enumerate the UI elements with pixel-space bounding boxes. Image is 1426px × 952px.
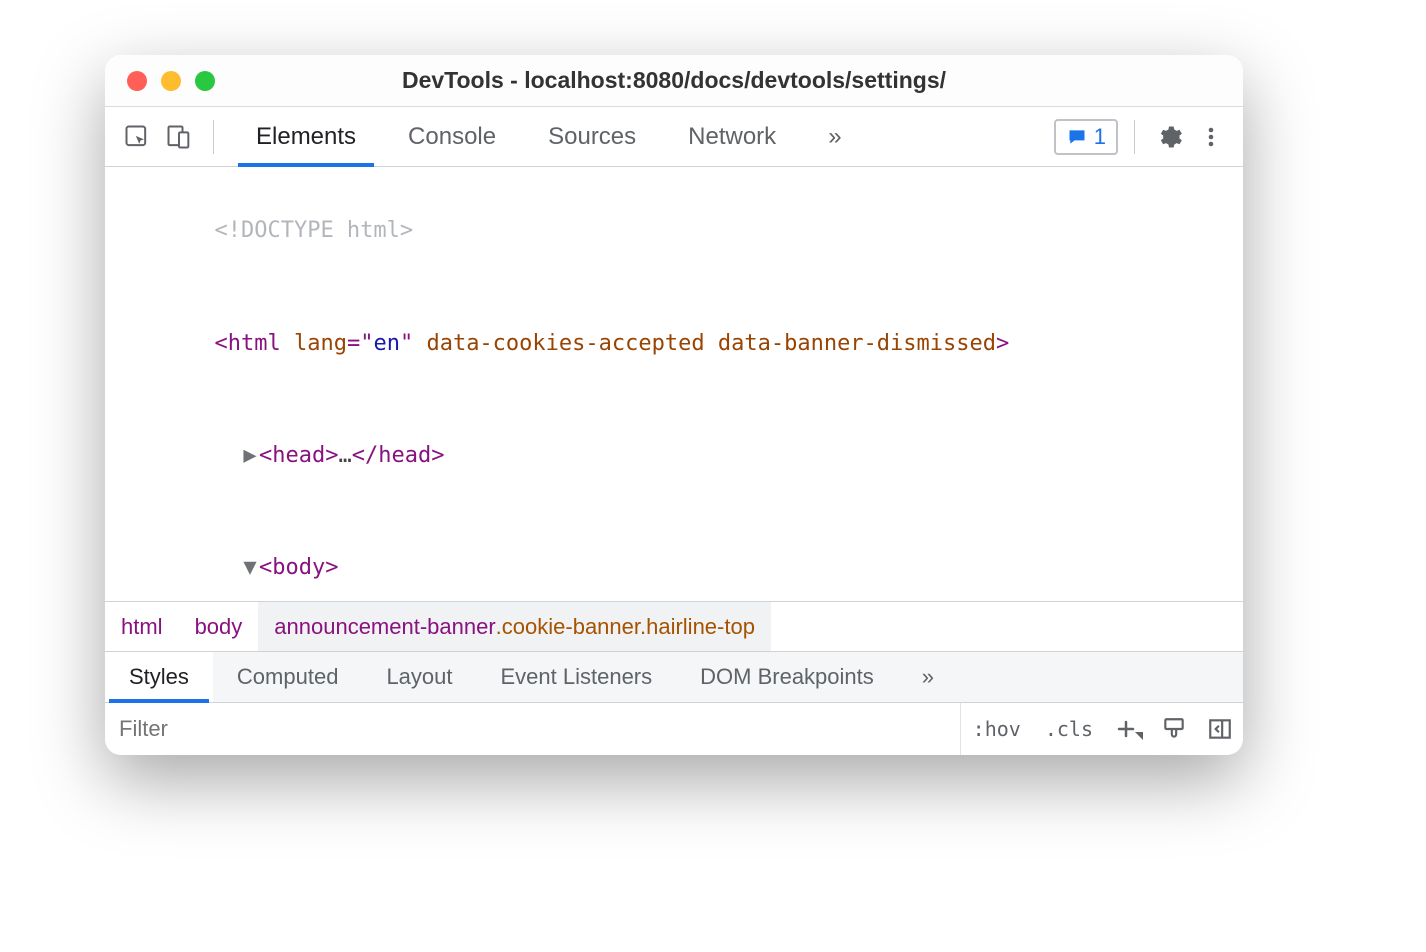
stab-event-listeners[interactable]: Event Listeners	[477, 652, 677, 702]
tab-console[interactable]: Console	[382, 107, 522, 166]
stab-styles[interactable]: Styles	[105, 652, 213, 702]
styles-filter-input[interactable]	[105, 703, 961, 755]
collapse-triangle-icon[interactable]: ▼	[241, 549, 259, 586]
stab-layout[interactable]: Layout	[362, 652, 476, 702]
inspect-element-icon[interactable]	[119, 119, 155, 155]
cls-toggle[interactable]: .cls	[1033, 703, 1105, 755]
elements-dom-tree[interactable]: <!DOCTYPE html> <html lang="en" data-coo…	[105, 167, 1243, 601]
toolbar-separator	[213, 120, 214, 154]
breadcrumb: html body announcement-banner.cookie-ban…	[105, 601, 1243, 651]
kebab-menu-icon[interactable]	[1193, 119, 1229, 155]
settings-icon[interactable]	[1151, 119, 1187, 155]
devtools-window: DevTools - localhost:8080/docs/devtools/…	[105, 55, 1243, 755]
paint-brush-icon[interactable]	[1151, 703, 1197, 755]
crumb-body[interactable]: body	[179, 602, 259, 651]
tab-sources[interactable]: Sources	[522, 107, 662, 166]
styles-filter-row: :hov .cls	[105, 703, 1243, 755]
maximize-window-button[interactable]	[195, 71, 215, 91]
stabs-overflow-icon[interactable]: »	[898, 652, 958, 702]
hov-toggle[interactable]: :hov	[961, 703, 1033, 755]
tab-network[interactable]: Network	[662, 107, 802, 166]
tabs-overflow-icon[interactable]: »	[802, 107, 867, 166]
new-style-rule-icon[interactable]	[1105, 703, 1151, 755]
message-icon	[1066, 127, 1088, 147]
tab-elements[interactable]: Elements	[230, 107, 382, 166]
traffic-lights	[105, 71, 215, 91]
close-window-button[interactable]	[127, 71, 147, 91]
window-title: DevTools - localhost:8080/docs/devtools/…	[105, 67, 1243, 94]
expand-triangle-icon[interactable]: ▶	[241, 437, 259, 474]
stab-dom-breakpoints[interactable]: DOM Breakpoints	[676, 652, 898, 702]
crumb-html[interactable]: html	[105, 602, 179, 651]
stab-computed[interactable]: Computed	[213, 652, 363, 702]
issues-badge[interactable]: 1	[1054, 119, 1118, 155]
issues-count: 1	[1094, 124, 1106, 150]
titlebar: DevTools - localhost:8080/docs/devtools/…	[105, 55, 1243, 107]
main-toolbar: Elements Console Sources Network » 1	[105, 107, 1243, 167]
styles-panel-tabs: Styles Computed Layout Event Listeners D…	[105, 651, 1243, 703]
panel-tabs: Elements Console Sources Network »	[230, 107, 868, 166]
dom-html-open[interactable]: <html lang="en" data-cookies-accepted da…	[105, 287, 1243, 399]
computed-sidebar-toggle-icon[interactable]	[1197, 703, 1243, 755]
dom-head-node[interactable]: ▶<head>…</head>	[105, 399, 1243, 511]
minimize-window-button[interactable]	[161, 71, 181, 91]
dom-body-open[interactable]: ▼<body>	[105, 512, 1243, 601]
dom-doctype[interactable]: <!DOCTYPE html>	[105, 175, 1243, 287]
device-toolbar-icon[interactable]	[161, 119, 197, 155]
toolbar-separator	[1134, 120, 1135, 154]
crumb-selected[interactable]: announcement-banner.cookie-banner.hairli…	[258, 602, 771, 651]
